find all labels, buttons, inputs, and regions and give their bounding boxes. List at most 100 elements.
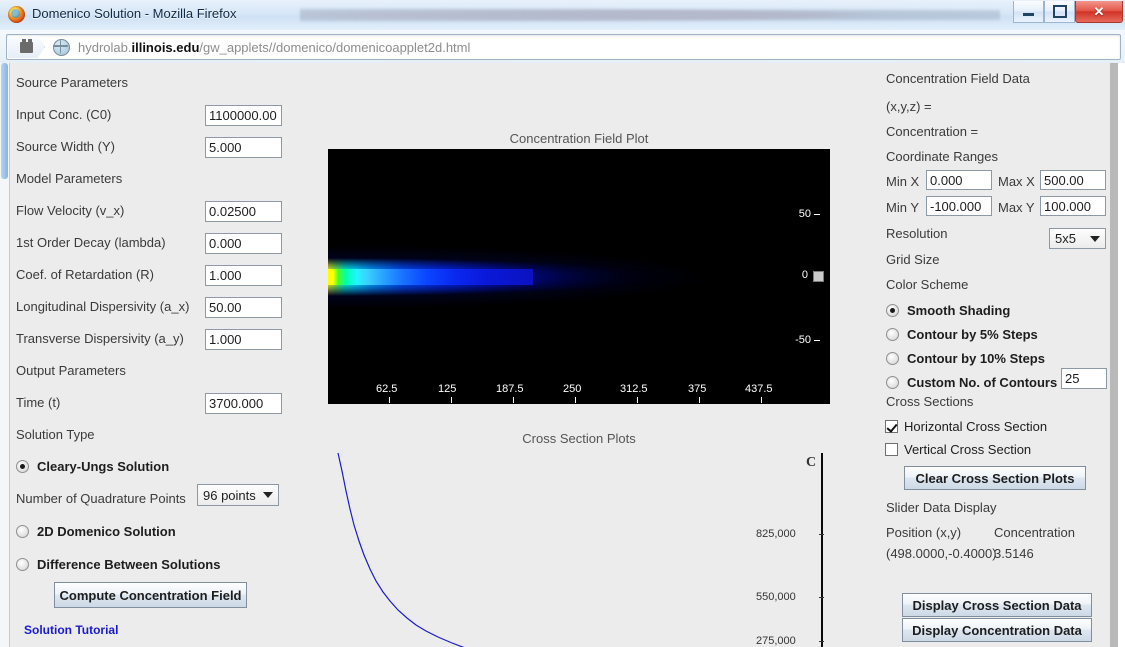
min-x-field[interactable]: 0.000 (926, 170, 992, 190)
concentration-readout-label: Concentration = (886, 124, 979, 139)
cfp-ytick-mark-neg50 (814, 340, 820, 341)
radio-difference-icon (16, 557, 29, 571)
maximize-icon (1045, 1, 1074, 22)
csp-ytick-2: 550,000 (756, 591, 796, 603)
color-scheme-header: Color Scheme (886, 277, 969, 292)
solution-tutorial-link[interactable]: Solution Tutorial (24, 623, 118, 637)
cfp-ytick-0: 0 (801, 269, 808, 281)
slider-data-display-header: Slider Data Display (886, 500, 997, 515)
horizontal-cross-section-slider[interactable] (813, 271, 824, 282)
display-cross-section-data-button[interactable]: Display Cross Section Data (902, 593, 1092, 617)
radio-custom-contours[interactable]: Custom No. of Contours (886, 371, 1057, 393)
radio-2d-domenico-icon (16, 524, 29, 538)
domenico-applet: Source Parameters Input Conc. (C0) 11000… (9, 63, 1118, 647)
max-x-field[interactable]: 500.00 (1040, 170, 1106, 190)
transverse-dispersivity-field[interactable]: 1.000 (205, 329, 282, 350)
xyz-readout-label: (x,y,z) = (886, 99, 932, 114)
page-icon (19, 38, 33, 53)
checkbox-horizontal-label: Horizontal Cross Section (904, 418, 1048, 434)
window-title-bar: Domenico Solution - Mozilla Firefox ✕ (0, 0, 1125, 31)
longitudinal-dispersivity-label: Longitudinal Dispersivity (a_x) (16, 298, 190, 314)
flow-velocity-field[interactable]: 0.02500 (205, 201, 282, 222)
concentration-plot-canvas[interactable] (328, 149, 830, 404)
page-viewport: Source Parameters Input Conc. (C0) 11000… (0, 63, 1125, 647)
cfp-xtick-2: 125 (438, 383, 457, 395)
maximize-button[interactable] (1044, 1, 1075, 23)
plume-core (328, 269, 533, 285)
resolution-header: Resolution (886, 226, 948, 241)
radio-contour-5-label: Contour by 5% Steps (907, 326, 1038, 342)
checkbox-horizontal-cross-section[interactable]: Horizontal Cross Section (885, 415, 1047, 437)
checkbox-vertical-label: Vertical Cross Section (904, 441, 1032, 457)
window-title: Domenico Solution - Mozilla Firefox (32, 6, 237, 21)
page-scrollbar[interactable] (0, 63, 9, 647)
radio-contour-5[interactable]: Contour by 5% Steps (886, 323, 1038, 345)
concentration-plot-title: Concentration Field Plot (509, 131, 649, 146)
radio-custom-contours-label: Custom No. of Contours (907, 374, 1058, 390)
chevron-down-icon (263, 492, 273, 498)
display-concentration-data-button[interactable]: Display Concentration Data (902, 618, 1092, 642)
quadrature-points-label: Number of Quadrature Points (16, 490, 186, 506)
field-data-panel: Concentration Field Data (x,y,z) = Conce… (878, 63, 1110, 647)
radio-cleary-ungs-label: Cleary-Ungs Solution (37, 458, 170, 474)
site-identity-chip[interactable] (8, 36, 45, 58)
compute-concentration-field-button[interactable]: Compute Concentration Field (54, 582, 247, 608)
radio-difference-label: Difference Between Solutions (37, 556, 221, 572)
csp-ytick-mark-3 (819, 641, 824, 642)
concentration-value: 3.5146 (994, 546, 1034, 561)
cross-section-svg (337, 452, 465, 647)
cfp-xtick-mark-2 (451, 397, 452, 403)
radio-smooth-shading[interactable]: Smooth Shading (886, 299, 1010, 321)
cfp-xtick-mark-7 (761, 397, 762, 403)
csp-ytick-1: 825,000 (756, 528, 796, 540)
min-y-field[interactable]: -100.000 (926, 196, 992, 216)
cross-section-title-wrap: Cross Section Plots (328, 431, 830, 449)
checkbox-vertical-cross-section[interactable]: Vertical Cross Section (885, 438, 1031, 460)
cross-section-plot[interactable]: C X 825,000 550,000 275,000 62.5 125 187… (328, 449, 830, 647)
retardation-field[interactable]: 1.000 (205, 265, 282, 286)
min-y-label: Min Y (886, 200, 919, 215)
cross-section-curve (337, 452, 465, 647)
radio-contour-10[interactable]: Contour by 10% Steps (886, 347, 1045, 369)
radio-2d-domenico-label: 2D Domenico Solution (37, 523, 176, 539)
globe-icon (53, 38, 70, 56)
address-bar[interactable]: hydrolab.illinois.edu/gw_applets//domeni… (6, 34, 1121, 60)
grid-size-select[interactable]: 5x5 (1049, 228, 1106, 249)
scrollbar-thumb[interactable] (1, 63, 8, 179)
radio-cleary-ungs-icon (16, 459, 29, 473)
custom-contours-field[interactable]: 25 (1061, 368, 1107, 389)
input-conc-field[interactable]: 1100000.00 (205, 105, 282, 126)
radio-difference[interactable]: Difference Between Solutions (16, 553, 220, 575)
radio-2d-domenico[interactable]: 2D Domenico Solution (16, 520, 176, 542)
cfp-xtick-6: 375 (688, 383, 707, 395)
flow-velocity-label: Flow Velocity (v_x) (16, 202, 125, 218)
cfp-ytick-mark-50 (814, 214, 820, 215)
transverse-dispersivity-label: Transverse Dispersivity (a_y) (16, 330, 184, 346)
concentration-field-plot[interactable]: 50 0 -50 62.5 125 187.5 250 312.5 375 43… (328, 149, 830, 404)
browser-nav-bar: hydrolab.illinois.edu/gw_applets//domeni… (0, 30, 1125, 64)
max-y-field[interactable]: 100.000 (1040, 196, 1106, 216)
position-value: (498.0000,-0.4000) (886, 546, 997, 561)
radio-smooth-shading-label: Smooth Shading (907, 302, 1011, 318)
clear-cross-section-plots-button[interactable]: Clear Cross Section Plots (904, 466, 1086, 490)
retardation-label: Coef. of Retardation (R) (16, 266, 155, 282)
model-parameters-header: Model Parameters (16, 170, 123, 186)
longitudinal-dispersivity-field[interactable]: 50.00 (205, 297, 282, 318)
close-icon: ✕ (1093, 3, 1105, 19)
cfp-xtick-4: 250 (563, 383, 582, 395)
field-data-header: Concentration Field Data (886, 71, 1030, 86)
checkbox-vertical-icon (885, 442, 898, 456)
radio-cleary-ungs[interactable]: Cleary-Ungs Solution (16, 455, 169, 477)
quadrature-points-select[interactable]: 96 points (197, 484, 279, 506)
time-field[interactable]: 3700.000 (205, 393, 282, 414)
close-button[interactable]: ✕ (1075, 1, 1123, 23)
cfp-xtick-3: 187.5 (496, 383, 524, 395)
parameters-panel: Source Parameters Input Conc. (C0) 11000… (16, 63, 328, 647)
input-conc-label: Input Conc. (C0) (16, 106, 112, 122)
cfp-xtick-mark-3 (513, 397, 514, 403)
minimize-button[interactable] (1013, 1, 1044, 23)
decay-field[interactable]: 0.000 (205, 233, 282, 254)
source-width-field[interactable]: 5.000 (205, 137, 282, 158)
firefox-logo-icon (8, 6, 25, 23)
min-x-label: Min X (886, 174, 920, 189)
